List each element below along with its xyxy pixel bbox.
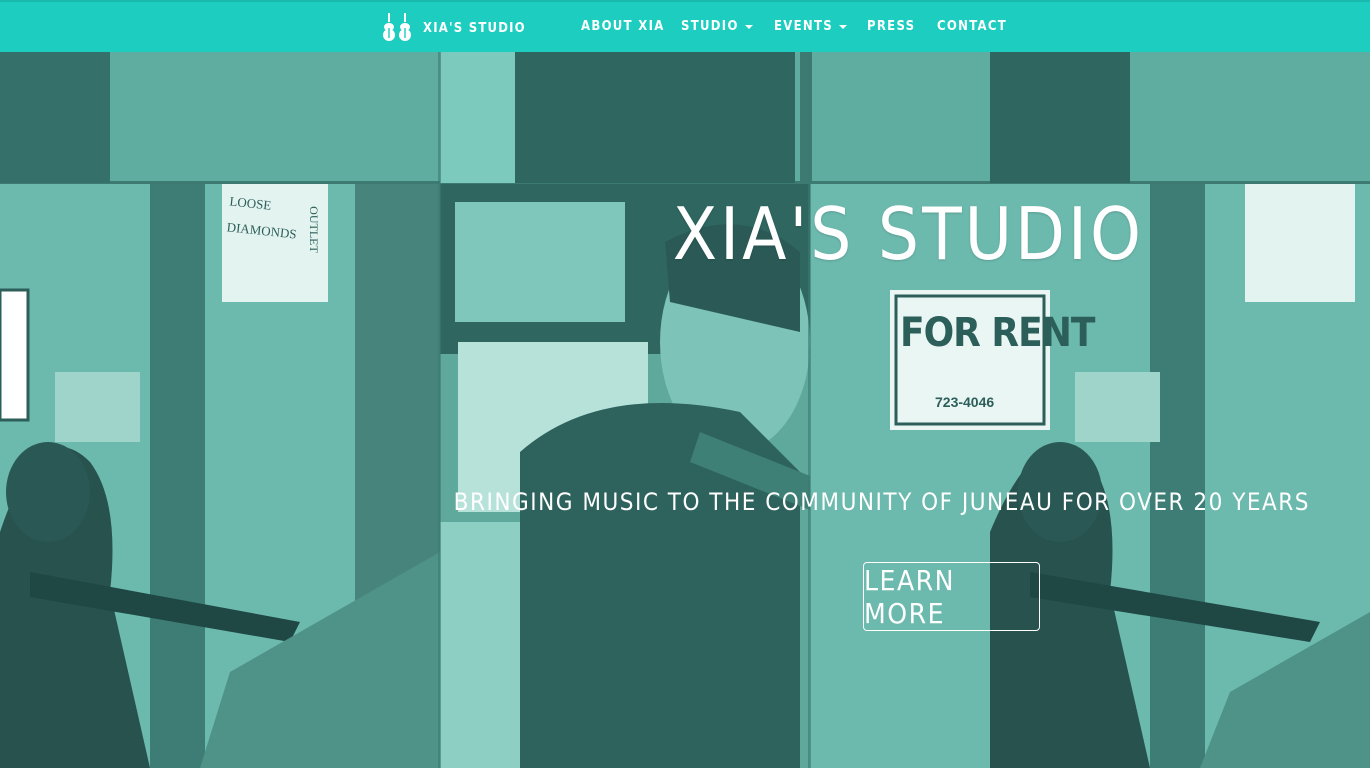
brand-link[interactable]: XIA'S STUDIO [381,13,526,43]
caret-down-icon [839,24,848,29]
nav-contact-label: CONTACT [937,19,1007,34]
hero-subtitle: BRINGING MUSIC TO THE COMMUNITY OF JUNEA… [453,488,1310,516]
loose-diamonds-sign-text: LOOSE DIAMONDS [226,193,298,242]
nav-events-label: EVENTS [774,19,834,34]
hero-section: FOR RENT 723-4046 LOOSE DIAMONDS OUTLET … [0,52,1370,768]
hero-title: XIA'S STUDIO [672,192,1144,276]
caret-down-icon [744,24,753,29]
top-navbar: XIA'S STUDIO ABOUT XIA STUDIO EVENTS PRE… [0,0,1370,52]
nav-about-label: ABOUT XIA [581,19,665,34]
nav-contact[interactable]: CONTACT [937,19,1007,34]
nav-press[interactable]: PRESS [867,19,915,34]
nav-press-label: PRESS [867,19,916,34]
brand-text: XIA'S STUDIO [423,20,526,36]
outlet-sign-text: OUTLET [306,206,321,253]
for-rent-sign-text: FOR RENT [900,310,1095,356]
hero-background-photo [0,52,1370,768]
for-rent-phone-text: 723-4046 [935,394,995,410]
nav-events-dropdown[interactable]: EVENTS [774,19,848,34]
nav-about-xia[interactable]: ABOUT XIA [581,19,665,34]
nav-studio-dropdown[interactable]: STUDIO [681,19,753,34]
learn-more-label: LEARN MORE [864,563,956,630]
learn-more-button[interactable]: LEARN MORE [863,562,1040,631]
nav-studio-label: STUDIO [681,19,739,34]
violins-logo-icon [381,13,413,43]
